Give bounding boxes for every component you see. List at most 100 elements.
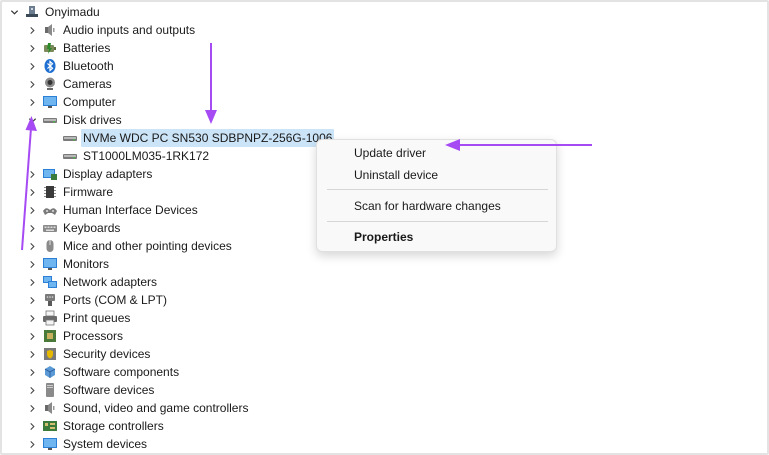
bluetooth-icon (42, 58, 58, 74)
battery-icon (42, 40, 58, 56)
tree-item-label: Display adapters (63, 167, 153, 181)
chevron-right-icon[interactable] (26, 39, 38, 57)
chevron-right-icon[interactable] (26, 57, 38, 75)
tree-item-label-selected: NVMe WDC PC SN530 SDBPNPZ-256G-1006 (81, 129, 335, 147)
chevron-right-icon[interactable] (26, 201, 38, 219)
tree-item-system-devices[interactable]: System devices (26, 435, 147, 453)
chevron-right-icon[interactable] (26, 21, 38, 39)
system-device-icon (42, 436, 58, 452)
mouse-icon (42, 238, 58, 254)
disk-drive-icon (62, 130, 78, 146)
tree-item-hid[interactable]: Human Interface Devices (26, 201, 198, 219)
software-component-icon (42, 364, 58, 380)
menu-separator (327, 221, 548, 222)
tree-item-label: Computer (63, 95, 116, 109)
display-adapter-icon (42, 166, 58, 182)
tree-root-label: Onyimadu (45, 5, 100, 19)
tree-root[interactable]: Onyimadu (8, 3, 100, 21)
tree-item-label: System devices (63, 437, 148, 451)
chevron-right-icon[interactable] (26, 327, 38, 345)
tree-item-ports[interactable]: Ports (COM & LPT) (26, 291, 167, 309)
tree-item-label: Audio inputs and outputs (63, 23, 196, 37)
network-icon (42, 274, 58, 290)
chevron-right-icon[interactable] (26, 237, 38, 255)
tree-item-label: Firmware (63, 185, 113, 199)
tree-item-storage-controllers[interactable]: Storage controllers (26, 417, 164, 435)
disk-drive-icon (42, 112, 58, 128)
chip-icon (42, 184, 58, 200)
chevron-right-icon[interactable] (26, 273, 38, 291)
tree-item-monitors[interactable]: Monitors (26, 255, 109, 273)
tree-item-label: Sound, video and game controllers (63, 401, 249, 415)
tree-item-security-devices[interactable]: Security devices (26, 345, 150, 363)
tree-item-label: Batteries (63, 41, 111, 55)
tree-item-software-devices[interactable]: Software devices (26, 381, 154, 399)
tree-item-bluetooth[interactable]: Bluetooth (26, 57, 114, 75)
menu-item-properties[interactable]: Properties (354, 227, 413, 247)
tree-item-label: Security devices (63, 347, 151, 361)
hid-icon (42, 202, 58, 218)
chevron-right-icon[interactable] (26, 165, 38, 183)
port-icon (42, 292, 58, 308)
tree-item-print-queues[interactable]: Print queues (26, 309, 130, 327)
tree-item-network-adapters[interactable]: Network adapters (26, 273, 157, 291)
tree-item-label: Processors (63, 329, 124, 343)
tree-item-label: Human Interface Devices (63, 203, 198, 217)
printer-icon (42, 310, 58, 326)
tree-item-batteries[interactable]: Batteries (26, 39, 110, 57)
chevron-right-icon[interactable] (26, 93, 38, 111)
software-device-icon (42, 382, 58, 398)
tree-item-label: Software devices (63, 383, 155, 397)
tree-item-display-adapters[interactable]: Display adapters (26, 165, 152, 183)
tree-item-mice[interactable]: Mice and other pointing devices (26, 237, 232, 255)
menu-item-uninstall-device[interactable]: Uninstall device (354, 165, 438, 185)
tree-item-audio[interactable]: Audio inputs and outputs (26, 21, 195, 39)
chevron-down-icon[interactable] (8, 3, 20, 21)
tree-item-processors[interactable]: Processors (26, 327, 123, 345)
menu-item-update-driver[interactable]: Update driver (354, 143, 426, 163)
menu-separator (327, 189, 548, 190)
camera-icon (42, 76, 58, 92)
chevron-right-icon[interactable] (26, 417, 38, 435)
processor-icon (42, 328, 58, 344)
tree-item-label: Ports (COM & LPT) (63, 293, 168, 307)
tree-item-label: Disk drives (63, 113, 122, 127)
monitor-icon (42, 256, 58, 272)
chevron-right-icon[interactable] (26, 291, 38, 309)
chevron-right-icon[interactable] (26, 435, 38, 453)
tree-item-disk-drives[interactable]: Disk drives (26, 111, 122, 129)
chevron-right-icon[interactable] (26, 363, 38, 381)
tree-item-keyboards[interactable]: Keyboards (26, 219, 120, 237)
chevron-right-icon[interactable] (26, 381, 38, 399)
tree-item-label: Monitors (63, 257, 110, 271)
speaker-icon (42, 22, 58, 38)
tree-item-label: Print queues (63, 311, 131, 325)
tree-item-label: Network adapters (63, 275, 158, 289)
tree-item-nvme-drive[interactable]: NVMe WDC PC SN530 SDBPNPZ-256G-1006 (62, 129, 335, 147)
tree-item-st1000-drive[interactable]: ST1000LM035-1RK172 (62, 147, 209, 165)
tree-item-label: ST1000LM035-1RK172 (83, 149, 210, 163)
disk-drive-icon (62, 148, 78, 164)
menu-item-scan-hardware[interactable]: Scan for hardware changes (354, 196, 501, 216)
tree-item-label: Software components (63, 365, 180, 379)
tree-item-label: Mice and other pointing devices (63, 239, 232, 253)
storage-controller-icon (42, 418, 58, 434)
chevron-right-icon[interactable] (26, 255, 38, 273)
chevron-right-icon[interactable] (26, 309, 38, 327)
speaker-icon (42, 400, 58, 416)
tree-item-label: Storage controllers (63, 419, 164, 433)
context-menu: Update driver Uninstall device Scan for … (316, 139, 557, 252)
chevron-right-icon[interactable] (26, 219, 38, 237)
chevron-down-icon[interactable] (26, 111, 38, 129)
device-manager-window: Onyimadu Audio inputs and outputs Batter… (0, 0, 769, 455)
tree-item-sound-video[interactable]: Sound, video and game controllers (26, 399, 248, 417)
chevron-right-icon[interactable] (26, 183, 38, 201)
chevron-right-icon[interactable] (26, 399, 38, 417)
tree-item-software-components[interactable]: Software components (26, 363, 179, 381)
tree-item-computer[interactable]: Computer (26, 93, 116, 111)
chevron-right-icon[interactable] (26, 75, 38, 93)
monitor-icon (42, 94, 58, 110)
tree-item-cameras[interactable]: Cameras (26, 75, 112, 93)
tree-item-firmware[interactable]: Firmware (26, 183, 113, 201)
chevron-right-icon[interactable] (26, 345, 38, 363)
